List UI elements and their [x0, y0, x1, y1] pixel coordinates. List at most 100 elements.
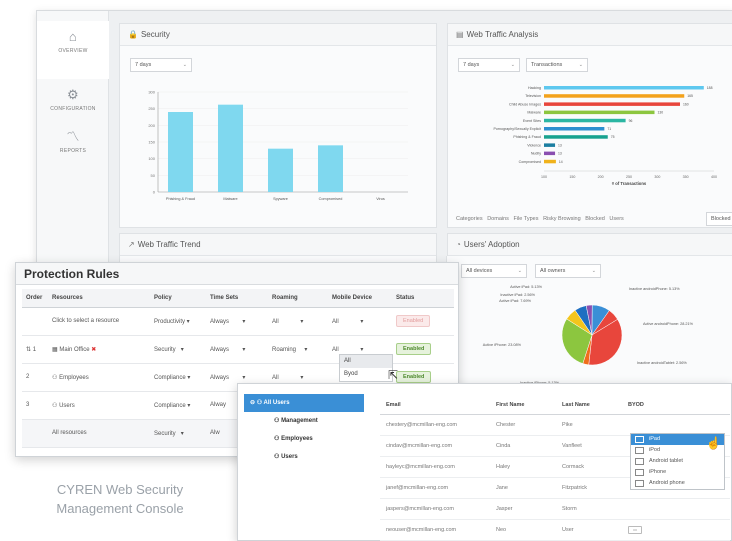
- nav-overview[interactable]: ⌂ OVERVIEW: [37, 21, 109, 79]
- policy-select[interactable]: Security ▾: [150, 335, 206, 364]
- status-badge[interactable]: Enabled: [396, 343, 432, 355]
- table-row: chestery@mcmillan-eng.com Chester Pike: [380, 414, 730, 436]
- bar: [268, 148, 293, 192]
- traffic-metric-select[interactable]: Transactions ⌄: [526, 58, 588, 72]
- byod-cell[interactable]: [622, 498, 730, 520]
- group-icon: ⚇: [52, 374, 58, 381]
- policy-select[interactable]: Productivity ▾: [150, 307, 206, 336]
- tab-users[interactable]: Users: [609, 216, 623, 222]
- timeset-select[interactable]: Always ▾: [206, 307, 268, 336]
- nav-reports[interactable]: 〽 REPORTS: [37, 121, 109, 179]
- nav-overview-label: OVERVIEW: [58, 48, 88, 54]
- value-label: 160: [683, 102, 689, 106]
- status-badge[interactable]: Enabled: [396, 315, 431, 327]
- status-badge[interactable]: Enabled: [396, 371, 432, 383]
- tab-risky-browsing[interactable]: Risky Browsing: [543, 216, 581, 222]
- users-icon: ⊖ ⚇: [250, 400, 263, 406]
- category-label: Malware: [527, 111, 541, 115]
- mobile-select[interactable]: All ▾: [328, 307, 392, 336]
- user-email: jaspers@mcmillan-eng.com: [380, 498, 490, 520]
- reorder-handle-icon[interactable]: ⇅: [26, 347, 31, 353]
- group-icon: ⚇: [52, 402, 58, 409]
- line-chart-icon: ↗: [128, 240, 135, 249]
- chart-icon: 〽: [66, 129, 80, 144]
- tab-categories[interactable]: Categories: [456, 216, 483, 222]
- user-first: Jane: [490, 477, 556, 499]
- tree-item-users[interactable]: ⚇ Users: [244, 448, 364, 466]
- traffic-metric-value: Transactions: [531, 62, 563, 68]
- adoption-owner-select[interactable]: All owners ⌄: [535, 264, 601, 278]
- tree-label: Management: [281, 418, 318, 424]
- traffic-hbar-chart: Hacking 188 Television 165 Child Abuse Image…: [493, 86, 717, 186]
- adoption-device-select[interactable]: All devices ⌄: [461, 264, 527, 278]
- byod-option-android-tablet[interactable]: Android tablet: [631, 456, 724, 467]
- mobile-device-dropdown: All Byod: [339, 354, 393, 382]
- tab-domains[interactable]: Domains: [487, 216, 509, 222]
- byod-cell[interactable]: ▭: [622, 519, 730, 541]
- policy-select[interactable]: Security ▾: [150, 419, 206, 448]
- roaming-select[interactable]: Roaming ▾: [268, 335, 328, 364]
- byod-option-label: Android phone: [649, 480, 685, 486]
- traffic-range-select[interactable]: 7 days ⌄: [458, 58, 520, 72]
- table-row: Click to select a resource Productivity …: [22, 307, 454, 336]
- device-icon[interactable]: ▭: [628, 525, 642, 534]
- col-email: Email: [380, 396, 490, 415]
- mobile-value: All: [332, 318, 339, 325]
- adoption-pie-chart: Active iPad: 5.13% Inactive iPad: 2.56% Ac…: [483, 285, 694, 385]
- resource-picker[interactable]: Click to select a resource: [48, 307, 150, 336]
- tree-item-management[interactable]: ⚇ Management: [244, 412, 364, 430]
- resource-cell[interactable]: ⚇ Employees: [48, 363, 150, 392]
- tab-file-types[interactable]: File Types: [514, 216, 539, 222]
- policy-select[interactable]: Compliance ▾: [150, 391, 206, 420]
- category-label: Violence: [527, 143, 541, 147]
- chevron-down-icon: ⌄: [510, 62, 515, 68]
- security-panel: 🔒 Security 7 days ⌄ 300 250 200 150 100 50 0 Phis…: [119, 23, 437, 228]
- x-tick-label: 100: [541, 175, 547, 179]
- byod-option-iphone[interactable]: iPhone: [631, 467, 724, 478]
- y-tick-label: 0: [153, 190, 156, 195]
- mobile-value: All: [332, 346, 339, 353]
- col-last-name: Last Name: [556, 396, 622, 415]
- bar: [544, 94, 685, 98]
- traffic-range-value: 7 days: [463, 62, 480, 68]
- blocked-button[interactable]: Blocked: [706, 212, 732, 226]
- dropdown-option-all[interactable]: All: [340, 355, 392, 368]
- remove-icon[interactable]: ✖: [91, 347, 96, 353]
- byod-cell[interactable]: [622, 414, 730, 436]
- cursor-icon: ⇱: [388, 368, 399, 382]
- caption-line-2: Management Console: [56, 501, 184, 516]
- bar: [544, 151, 556, 156]
- byod-option-label: iPhone: [649, 469, 667, 475]
- row-order: 2: [22, 363, 48, 392]
- tree-item-employees[interactable]: ⚇ Employees: [244, 430, 364, 448]
- blocked-button-label: Blocked: [711, 216, 731, 222]
- y-tick-label: 300: [148, 90, 155, 95]
- resource-cell[interactable]: ▦ Main Office ✖: [48, 335, 150, 364]
- y-tick-label: 200: [148, 123, 155, 128]
- users-header-row: Email First Name Last Name BYOD: [380, 396, 730, 415]
- category-label: Child Abuse Images: [509, 102, 541, 106]
- trend-panel-header: ↗ Web Traffic Trend: [120, 234, 436, 256]
- traffic-panel-header: ▤ Web Traffic Analysis: [448, 24, 732, 46]
- roaming-value: All: [272, 374, 279, 381]
- policy-select[interactable]: Compliance ▾: [150, 363, 206, 392]
- resource-cell[interactable]: ⚇ Users: [48, 391, 150, 420]
- tab-blocked[interactable]: Blocked: [585, 216, 605, 222]
- security-panel-header: 🔒 Security: [120, 24, 436, 46]
- bar: [168, 112, 193, 192]
- col-mobile-device: Mobile Device: [328, 289, 392, 308]
- tree-item-all-users[interactable]: ⊖ ⚇ All Users: [244, 394, 364, 412]
- x-tick-label: 300: [654, 175, 660, 179]
- user-last: Storm: [556, 498, 622, 520]
- group-icon: ⚇: [274, 454, 280, 460]
- timeset-select[interactable]: Always ▾: [206, 335, 268, 364]
- slice-label: Inactive androidPhone: 5.13%: [629, 287, 680, 291]
- dropdown-option-byod[interactable]: Byod: [340, 368, 392, 381]
- status-cell: Enabled: [392, 307, 454, 336]
- security-range-select[interactable]: 7 days ⌄: [130, 58, 192, 72]
- byod-option-android-phone[interactable]: Android phone: [631, 478, 724, 489]
- home-icon: ⌂: [68, 29, 78, 44]
- user-last: Cormack: [556, 456, 622, 478]
- adoption-panel-header: ◔ Users' Adoption: [448, 234, 732, 256]
- roaming-select[interactable]: All ▾: [268, 307, 328, 336]
